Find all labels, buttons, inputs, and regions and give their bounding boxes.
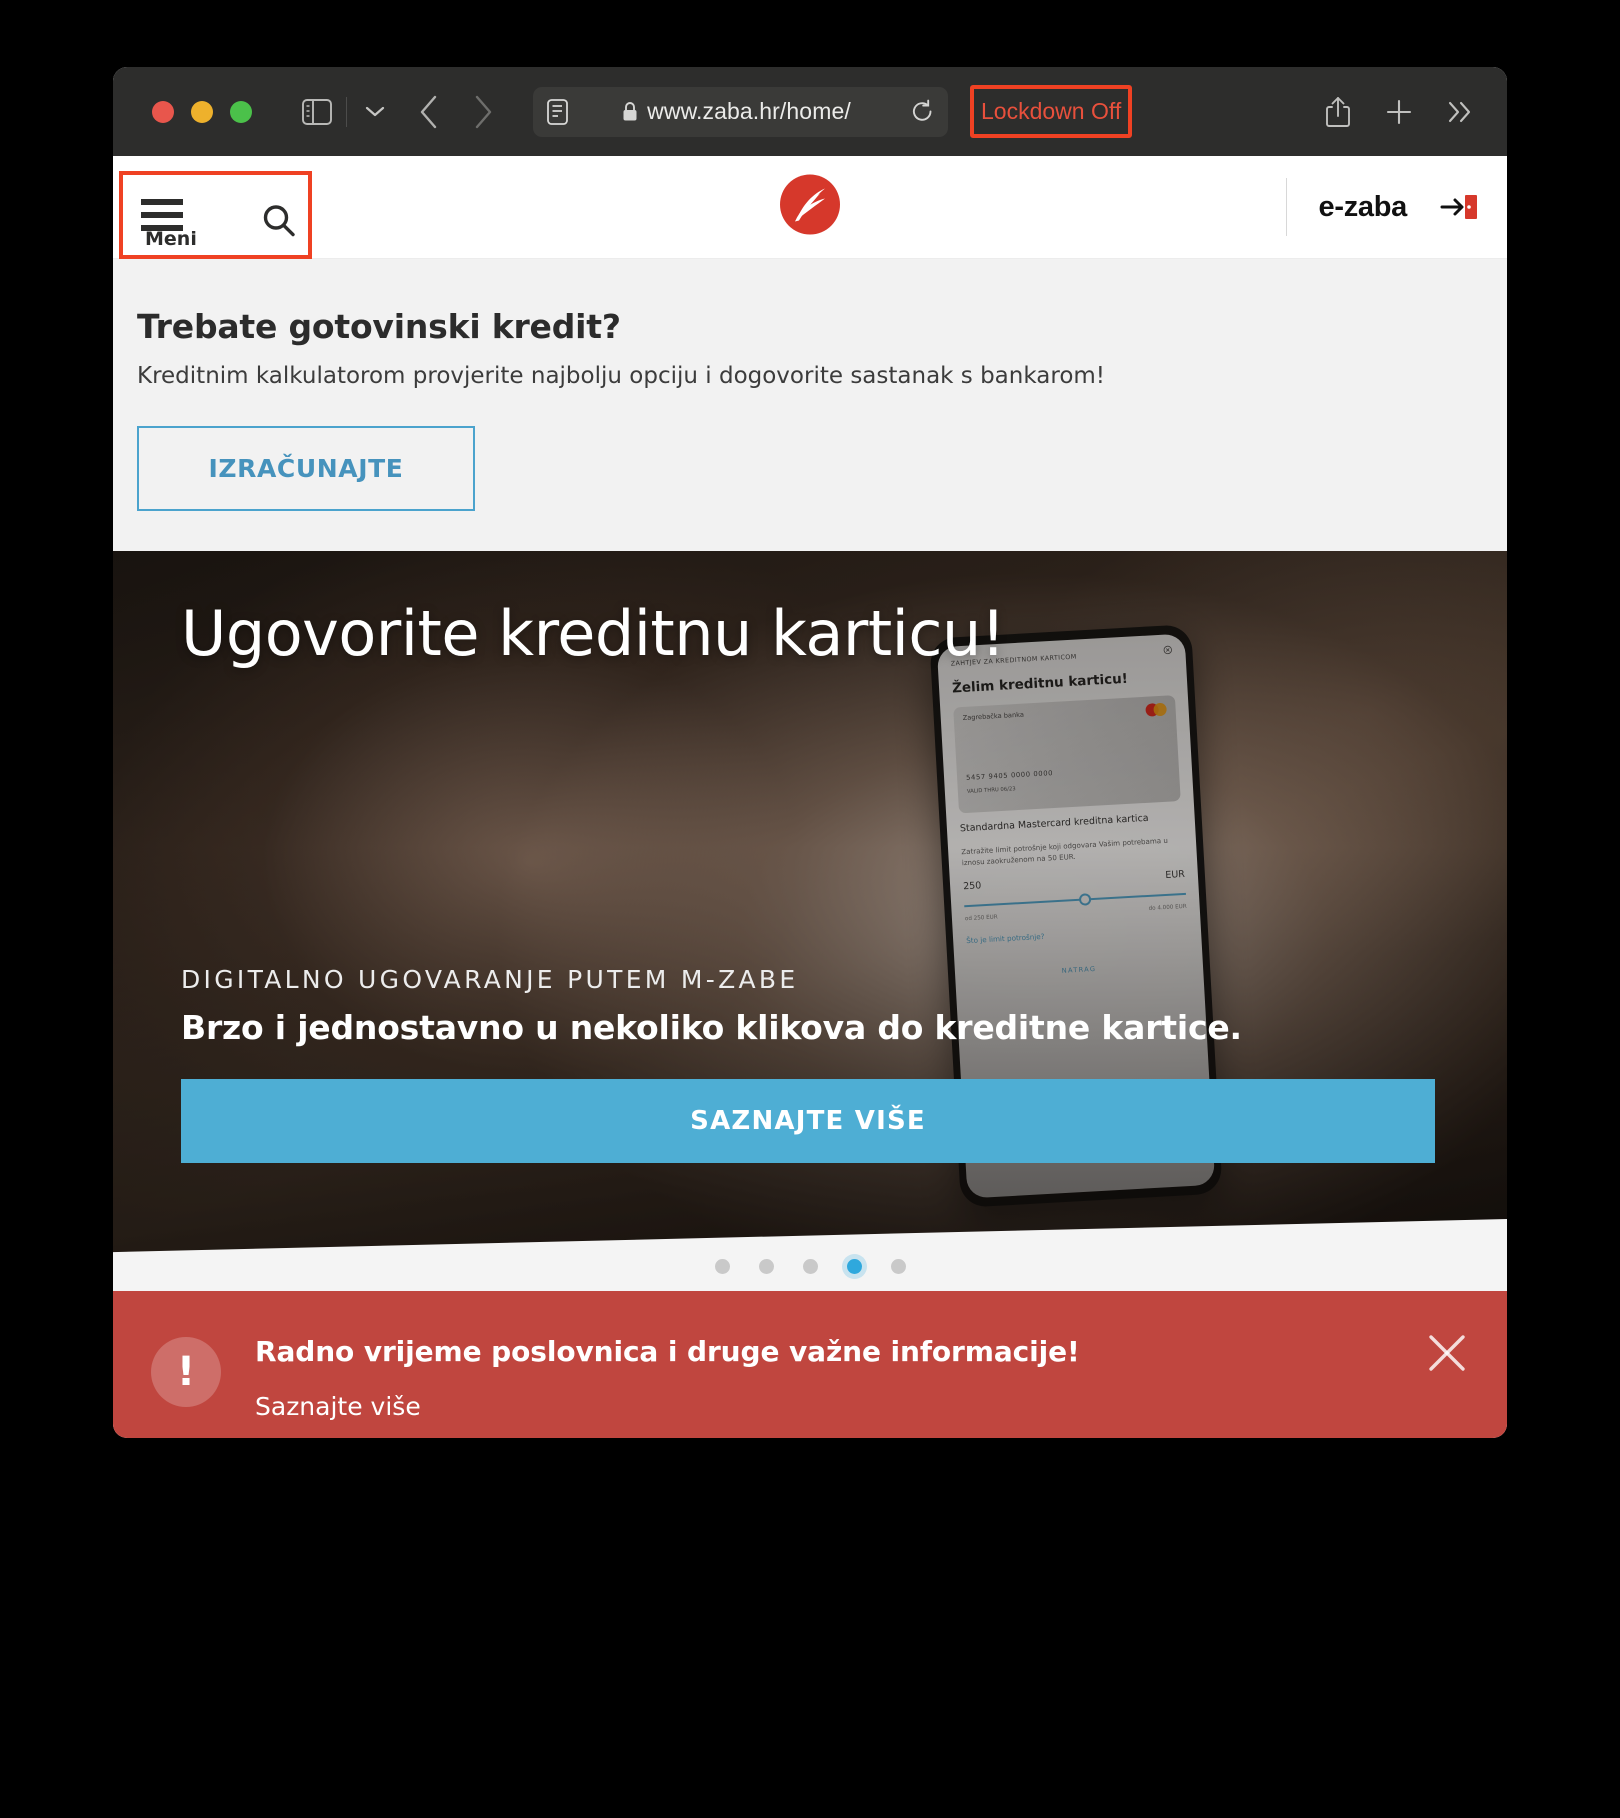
alert-text-group: Radno vrijeme poslovnica i druge važne i…: [255, 1335, 1080, 1421]
back-icon[interactable]: [419, 95, 439, 129]
maximize-window-button[interactable]: [230, 100, 252, 123]
site-header: Meni e-zaba: [113, 156, 1507, 259]
carousel-dot-1[interactable]: [714, 1259, 730, 1274]
header-divider: [1285, 178, 1287, 236]
forward-icon[interactable]: [473, 95, 493, 129]
toolbar-divider: [346, 96, 347, 127]
browser-window: www.zaba.hr/home/ Lockdown Off Meni e-za…: [113, 67, 1507, 1438]
hero-content: Ugovorite kreditnu karticu!: [113, 551, 1507, 1291]
carousel-dot-4[interactable]: [846, 1259, 862, 1274]
chevron-double-right-icon[interactable]: [1447, 100, 1473, 124]
carousel-dot-5[interactable]: [890, 1259, 906, 1274]
hero-cta-button[interactable]: SAZNAJTE VIŠE: [181, 1079, 1435, 1163]
promo-subheading: Kreditnim kalkulatorom provjerite najbol…: [137, 363, 1106, 389]
carousel-dot-2[interactable]: [758, 1259, 774, 1274]
hero-lower-content: DIGITALNO UGOVARANJE PUTEM M-ZABE Brzo i…: [181, 965, 1435, 1163]
window-controls: [152, 100, 252, 123]
promo-heading: Trebate gotovinski kredit?: [137, 307, 621, 346]
hero-kicker: DIGITALNO UGOVARANJE PUTEM M-ZABE: [181, 965, 799, 994]
ezaba-login-area: e-zaba: [1285, 178, 1487, 236]
carousel-dot-3[interactable]: [802, 1259, 818, 1274]
exclamation-icon: !: [151, 1337, 221, 1407]
search-icon[interactable]: [261, 203, 297, 244]
hero-carousel: ZAHTJEV ZA KREDITNOM KARTICOM Želim kred…: [113, 551, 1507, 1291]
zaba-logo[interactable]: [775, 170, 845, 245]
info-alert-banner: ! Radno vrijeme poslovnica i druge važne…: [113, 1291, 1507, 1438]
alert-learn-more-link[interactable]: Saznajte više: [255, 1392, 1080, 1421]
browser-toolbar: www.zaba.hr/home/ Lockdown Off: [113, 67, 1507, 156]
close-window-button[interactable]: [152, 100, 174, 123]
carousel-dots: [113, 1259, 1507, 1274]
alert-title: Radno vrijeme poslovnica i druge važne i…: [255, 1335, 1080, 1368]
toolbar-right-actions: [1325, 96, 1483, 128]
sidebar-icon[interactable]: [302, 98, 332, 125]
share-icon[interactable]: [1325, 96, 1351, 128]
login-icon[interactable]: [1439, 192, 1479, 222]
ezaba-link[interactable]: e-zaba: [1319, 191, 1408, 224]
menu-button[interactable]: Meni: [119, 171, 312, 259]
url-text: www.zaba.hr/home/: [647, 98, 851, 124]
plus-icon[interactable]: [1385, 98, 1413, 126]
menu-label: Meni: [145, 228, 197, 250]
lock-icon: [622, 101, 638, 122]
minimize-window-button[interactable]: [191, 100, 213, 123]
lockdown-label: Lockdown Off: [981, 98, 1122, 124]
reload-icon[interactable]: [911, 99, 934, 124]
hero-title: Ugovorite kreditnu karticu!: [181, 597, 1006, 670]
hero-subtitle: Brzo i jednostavno u nekoliko klikova do…: [181, 1008, 1242, 1047]
loan-promo-section: Trebate gotovinski kredit? Kreditnim kal…: [113, 259, 1507, 551]
hamburger-icon: [141, 199, 183, 231]
chevron-down-icon[interactable]: [365, 105, 385, 118]
address-bar[interactable]: www.zaba.hr/home/: [533, 86, 948, 137]
url-text-wrapper: www.zaba.hr/home/: [562, 98, 911, 125]
lockdown-mode-button[interactable]: Lockdown Off: [970, 85, 1133, 138]
close-icon[interactable]: [1425, 1331, 1469, 1380]
calculate-button[interactable]: IZRAČUNAJTE: [137, 426, 475, 511]
exclamation-glyph: !: [176, 1349, 196, 1395]
